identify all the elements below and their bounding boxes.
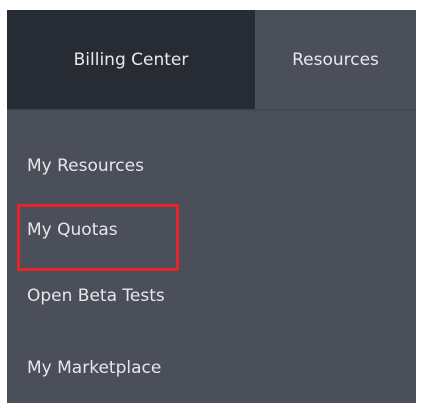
menu-item-open-beta-tests[interactable]: Open Beta Tests xyxy=(7,271,416,321)
menu-item-my-resources[interactable]: My Resources xyxy=(7,141,416,191)
menu-divider xyxy=(7,109,416,111)
menu-item-my-marketplace[interactable]: My Marketplace xyxy=(7,343,416,393)
screen: Billing Center Resources My Resources My… xyxy=(0,0,423,403)
tab-resources-label: Resources xyxy=(292,49,379,70)
menu-item-label: My Resources xyxy=(27,156,144,176)
tab-billing-center[interactable]: Billing Center xyxy=(7,10,255,109)
menu-item-label: My Quotas xyxy=(27,220,118,240)
menu-item-my-quotas[interactable]: My Quotas xyxy=(7,205,416,255)
tab-billing-center-label: Billing Center xyxy=(73,49,189,70)
tab-resources[interactable]: Resources xyxy=(255,10,416,109)
menu-item-label: Open Beta Tests xyxy=(27,286,165,306)
navigation-menu: Billing Center Resources My Resources My… xyxy=(7,10,416,403)
top-navigation: Billing Center Resources xyxy=(7,10,416,109)
menu-item-label: My Marketplace xyxy=(27,358,162,378)
